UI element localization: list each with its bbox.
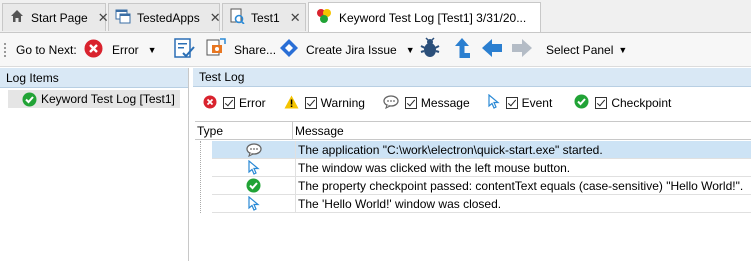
message-icon: [383, 94, 399, 112]
log-row[interactable]: The window was clicked with the left mou…: [212, 159, 751, 177]
log-toolbar: Go to Next: Error ▼ Share... Create Jira…: [0, 33, 751, 67]
log-row[interactable]: The property checkpoint passed: contentT…: [212, 177, 751, 195]
warning-checkbox[interactable]: [304, 97, 317, 109]
go-to-next-error-button[interactable]: Error ▼: [84, 33, 157, 66]
chevron-down-icon[interactable]: ▼: [406, 45, 415, 55]
close-icon[interactable]: ✕: [98, 10, 109, 26]
error-icon: [203, 95, 217, 112]
test-log-icon: [315, 7, 333, 28]
tested-apps-icon: [115, 8, 131, 27]
arrow-up-icon: [452, 36, 472, 63]
create-jira-issue-button[interactable]: Create Jira Issue ▼: [279, 33, 415, 66]
select-panel-label: Select Panel: [546, 42, 614, 57]
log-row-message: The window was clicked with the left mou…: [298, 160, 571, 175]
log-row-message: The 'Hello World!' window was closed.: [298, 196, 502, 211]
warning-icon: [284, 95, 299, 112]
message-icon: [212, 141, 296, 158]
tab-label: Start Page: [31, 10, 88, 25]
passed-icon: [22, 92, 37, 107]
log-row[interactable]: The 'Hello World!' window was closed.: [212, 195, 751, 213]
tab-label: Keyword Test Log [Test1] 3/31/20...: [339, 10, 527, 25]
test-log-header: Test Log: [193, 68, 751, 87]
share-icon: [204, 36, 228, 63]
tab-label: Test1: [251, 10, 280, 25]
export-log-button[interactable]: [172, 33, 196, 66]
checkpoint-icon: [574, 94, 589, 112]
event-icon: [212, 159, 296, 176]
filter-event[interactable]: Event: [488, 93, 553, 112]
message-checkbox[interactable]: [404, 97, 417, 109]
error-checkbox[interactable]: [223, 97, 235, 109]
error-icon: [84, 39, 103, 61]
chevron-down-icon[interactable]: ▼: [148, 45, 157, 55]
checkpoint-checkbox[interactable]: [595, 97, 608, 109]
filter-warning-label: Warning: [320, 96, 365, 110]
tree-connector: [200, 141, 202, 213]
forward-button[interactable]: [510, 33, 534, 66]
close-icon[interactable]: ✕: [210, 10, 221, 26]
filter-checkpoint-label: Checkpoint: [611, 96, 672, 110]
event-checkbox[interactable]: [505, 97, 518, 109]
share-button[interactable]: Share...: [204, 33, 276, 66]
filter-error[interactable]: Error: [203, 95, 266, 112]
test-log-panel: Test Log Error Warning Message Event Che…: [193, 68, 751, 261]
log-items-header: Log Items: [0, 68, 188, 88]
bug-icon: [418, 36, 442, 63]
error-label: Error: [112, 42, 139, 57]
filter-event-label: Event: [521, 96, 553, 110]
log-row-message: The property checkpoint passed: contentT…: [298, 178, 744, 193]
filter-message-label: Message: [420, 96, 470, 110]
column-header-message[interactable]: Message: [293, 122, 751, 140]
log-grid: Type Message The application "C:\work\el…: [195, 121, 751, 262]
tab-keyword-test-log[interactable]: Keyword Test Log [Test1] 3/31/20...: [308, 2, 541, 32]
checkpoint-icon: [212, 177, 296, 194]
log-tree-item[interactable]: Keyword Test Log [Test1]: [8, 90, 180, 108]
keyword-test-icon: [229, 8, 245, 27]
share-label: Share...: [234, 42, 277, 57]
log-filter-bar: Error Warning Message Event Checkpoint: [193, 88, 751, 118]
log-tree-item-label: Keyword Test Log [Test1]: [41, 92, 175, 106]
go-to-parent-button[interactable]: [452, 33, 472, 66]
filter-checkpoint[interactable]: Checkpoint: [574, 94, 671, 112]
toolbar-grip[interactable]: [4, 43, 8, 57]
chevron-down-icon[interactable]: ▼: [618, 45, 627, 55]
tab-tested-apps[interactable]: TestedApps ✕: [108, 3, 221, 31]
log-row[interactable]: The application "C:\work\electron\quick-…: [212, 141, 751, 159]
filter-error-label: Error: [239, 96, 266, 110]
create-jira-issue-label: Create Jira Issue: [306, 42, 397, 57]
event-icon: [212, 195, 296, 212]
home-icon: [9, 8, 25, 27]
close-icon[interactable]: ✕: [290, 10, 301, 26]
filter-message[interactable]: Message: [383, 94, 470, 112]
go-to-next-label: Go to Next:: [16, 42, 77, 57]
arrow-right-icon: [510, 37, 534, 62]
column-header-type[interactable]: Type: [195, 122, 293, 140]
document-tab-bar: Start Page ✕ TestedApps ✕ Test1 ✕ Keywor…: [0, 0, 751, 33]
arrow-left-icon: [480, 37, 504, 62]
back-button[interactable]: [480, 33, 504, 66]
filter-warning[interactable]: Warning: [284, 95, 365, 112]
tab-test1[interactable]: Test1 ✕: [222, 3, 306, 31]
event-icon: [488, 93, 500, 112]
log-items-panel: Log Items Keyword Test Log [Test1]: [0, 68, 189, 261]
tab-start-page[interactable]: Start Page ✕: [2, 3, 109, 31]
debug-button[interactable]: [418, 33, 442, 66]
export-icon: [172, 36, 196, 63]
tab-label: TestedApps: [137, 10, 200, 25]
jira-icon: [279, 38, 299, 61]
select-panel-button[interactable]: Select Panel ▼: [546, 33, 627, 66]
log-row-message: The application "C:\work\electron\quick-…: [298, 142, 603, 157]
